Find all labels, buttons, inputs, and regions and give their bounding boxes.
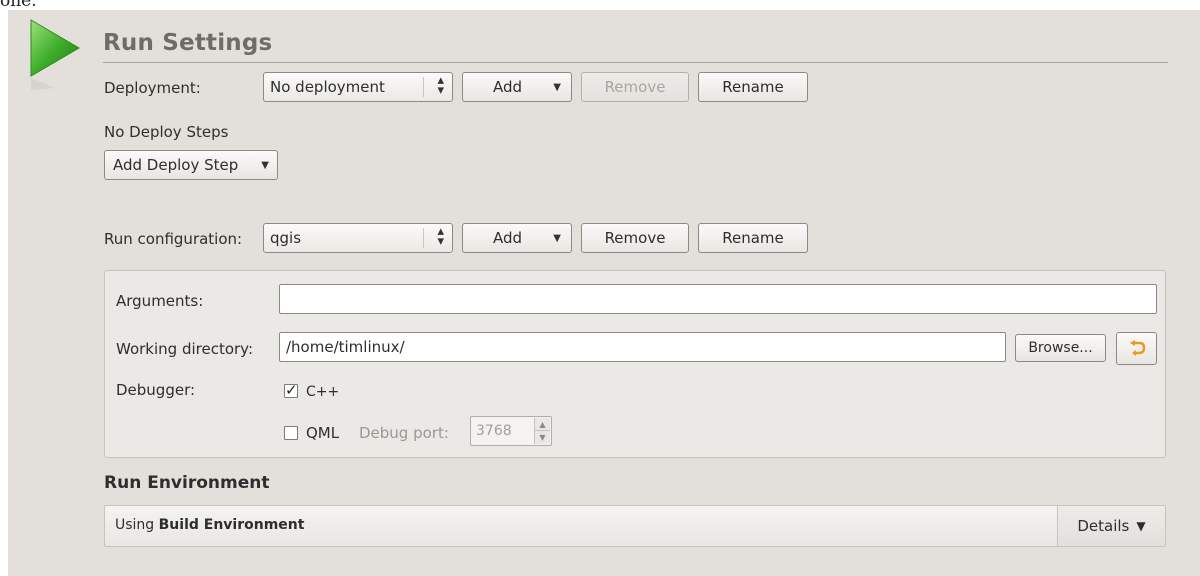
deployment-combo[interactable]: No deployment ▴ ▾ — [263, 72, 453, 102]
page-title: Run Settings — [103, 30, 273, 56]
up-down-arrows-icon: ▴ ▾ — [437, 73, 444, 98]
qml-label: QML — [306, 424, 340, 442]
run-environment-heading: Run Environment — [104, 473, 270, 493]
top-text-fragment: one. — [0, 0, 37, 9]
reset-arrow-icon — [1129, 339, 1145, 356]
up-down-arrows-icon: ▴ ▾ — [437, 224, 444, 249]
arguments-input[interactable] — [279, 284, 1157, 314]
arguments-label: Arguments: — [116, 292, 204, 310]
spin-up-arrow-icon[interactable]: ▲ — [534, 418, 550, 431]
add-button-label: Add — [493, 229, 523, 247]
add-deploy-step-label: Add Deploy Step — [113, 156, 239, 174]
combo-separator — [423, 77, 424, 97]
add-button-label: Add — [493, 78, 523, 96]
deployment-add-button[interactable]: Add ▼ — [462, 72, 572, 102]
qml-checkbox[interactable] — [284, 426, 298, 440]
title-divider — [103, 62, 1168, 63]
reset-working-directory-button[interactable] — [1116, 332, 1157, 365]
working-directory-value: /home/timlinux/ — [286, 338, 405, 356]
run-configuration-label: Run configuration: — [104, 230, 243, 248]
run-configuration-combo-value: qgis — [270, 229, 302, 247]
run-config-remove-button[interactable]: Remove — [581, 223, 689, 253]
spin-down-arrow-icon[interactable]: ▼ — [534, 431, 550, 444]
environment-summary: Using Build Environment — [115, 517, 304, 533]
chevron-down-icon: ▼ — [553, 233, 561, 244]
deployment-combo-value: No deployment — [270, 78, 385, 96]
run-configuration-combo[interactable]: qgis ▴ ▾ — [263, 223, 453, 253]
deployment-rename-button[interactable]: Rename — [698, 72, 808, 102]
no-deploy-steps-text: No Deploy Steps — [104, 123, 229, 141]
chevron-down-icon: ▼ — [261, 160, 269, 171]
cpp-checkbox[interactable]: ✓ — [284, 381, 298, 399]
debug-port-spinbox[interactable]: 3768 ▲ ▼ — [470, 416, 552, 446]
environment-using-prefix: Using — [115, 517, 159, 533]
working-directory-input[interactable]: /home/timlinux/ — [279, 332, 1006, 362]
debug-port-value: 3768 — [476, 423, 512, 439]
run-config-add-button[interactable]: Add ▼ — [462, 223, 572, 253]
run-environment-bar: Using Build Environment Details ▼ — [104, 505, 1166, 547]
run-play-icon — [30, 19, 80, 90]
deployment-label: Deployment: — [104, 79, 201, 97]
combo-separator — [423, 228, 424, 248]
run-config-rename-button[interactable]: Rename — [698, 223, 808, 253]
environment-details-button[interactable]: Details ▼ — [1057, 506, 1165, 546]
add-deploy-step-button[interactable]: Add Deploy Step ▼ — [104, 150, 278, 180]
environment-name: Build Environment — [158, 517, 305, 533]
details-label: Details — [1077, 517, 1130, 535]
checkmark-icon: ✓ — [285, 381, 298, 399]
cpp-label: C++ — [306, 384, 340, 400]
browse-button[interactable]: Browse... — [1015, 334, 1106, 362]
chevron-down-icon: ▼ — [553, 82, 561, 93]
debug-port-label: Debug port: — [359, 424, 449, 442]
debugger-label: Debugger: — [116, 381, 196, 399]
working-directory-label: Working directory: — [116, 340, 254, 358]
deployment-remove-button[interactable]: Remove — [581, 72, 689, 102]
details-triangle-icon: ▼ — [1136, 519, 1146, 533]
